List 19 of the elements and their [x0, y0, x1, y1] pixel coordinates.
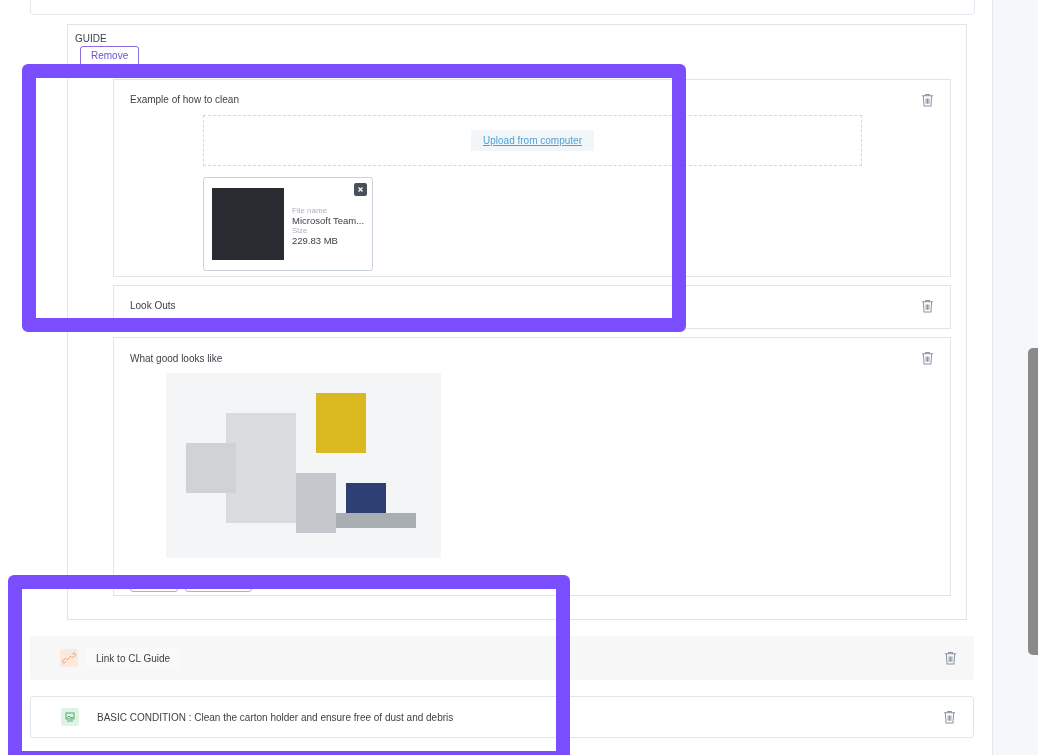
- section-title: GUIDE: [75, 33, 107, 44]
- scrollbar-thumb[interactable]: [1028, 348, 1038, 655]
- link-icon: [60, 649, 78, 667]
- file-name-label: File name: [292, 205, 329, 215]
- file-size: 229.83 MB: [292, 234, 339, 246]
- trash-icon[interactable]: [921, 351, 934, 366]
- close-icon[interactable]: [354, 182, 367, 196]
- trash-icon[interactable]: [921, 92, 934, 107]
- remove-button[interactable]: Remove: [80, 46, 140, 66]
- image-icon: [61, 708, 79, 726]
- trash-icon[interactable]: [944, 651, 957, 665]
- card-title: Look Outs: [130, 300, 176, 312]
- card-title: What good looks like: [130, 352, 223, 364]
- file-name: Microsoft Team...: [292, 214, 365, 226]
- size-label: Size: [292, 225, 309, 235]
- trash-icon[interactable]: [943, 710, 956, 724]
- card-title: Example of how to clean: [130, 94, 239, 106]
- trash-icon[interactable]: [921, 298, 934, 313]
- condition-text: BASIC CONDITION : Clean the carton holder and ensure free of dust and debris: [97, 711, 455, 723]
